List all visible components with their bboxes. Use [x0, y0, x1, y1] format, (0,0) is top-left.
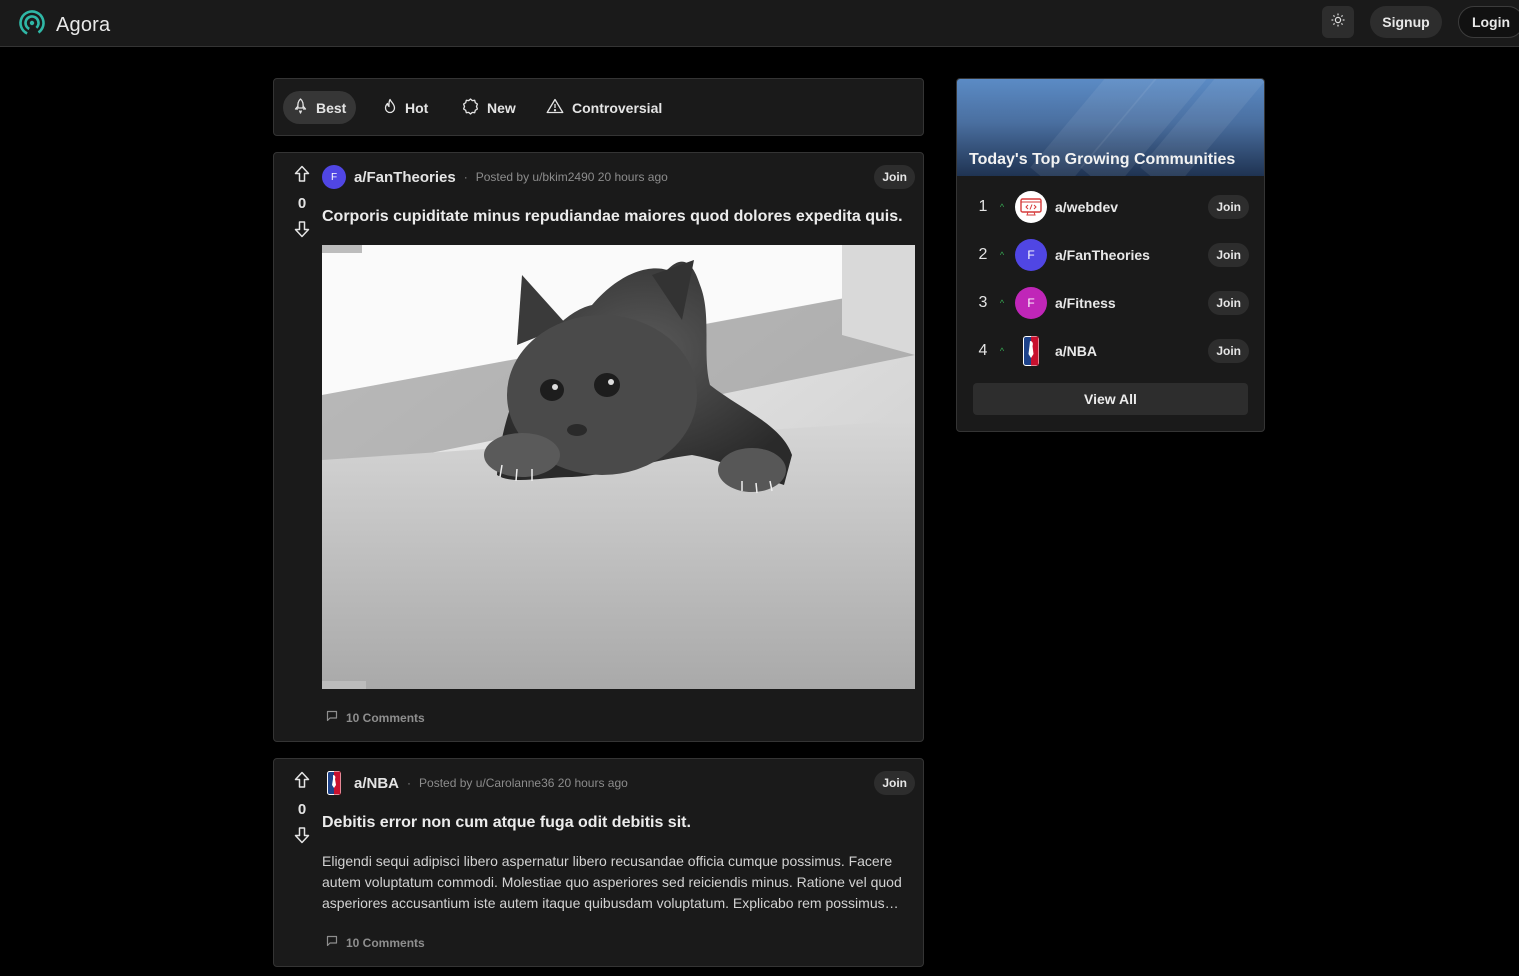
card-banner: Today's Top Growing Communities [957, 79, 1264, 176]
rocket-icon [293, 98, 308, 117]
brand-link[interactable]: Agora [18, 9, 110, 42]
community-name[interactable]: a/NBA [1055, 343, 1097, 359]
upvote-icon[interactable] [294, 771, 310, 793]
signup-button[interactable]: Signup [1370, 6, 1442, 38]
downvote-icon[interactable] [294, 827, 310, 848]
upvote-icon[interactable] [294, 165, 310, 187]
webdev-logo-icon [1015, 191, 1047, 223]
sort-tab-label: Controversial [572, 99, 663, 116]
view-all-button[interactable]: View All [973, 383, 1248, 415]
post-body: Eligendi sequi adipisci libero aspernatu… [322, 853, 902, 911]
post-title[interactable]: Debitis error non cum atque fuga odit de… [322, 814, 691, 832]
vote-column: 0 [292, 165, 312, 243]
posted-by: Posted by u/Carolanne36 20 hours ago [419, 776, 628, 790]
posted-by: Posted by u/bkim2490 20 hours ago [475, 170, 668, 184]
comments-count: 10 Comments [346, 710, 425, 725]
post-meta: F a/FanTheories · Posted by u/bkim2490 2… [322, 165, 668, 189]
theme-toggle-button[interactable] [1322, 6, 1354, 38]
community-avatar: F [1015, 287, 1047, 319]
join-button[interactable]: Join [1208, 243, 1249, 267]
rank-number: 4 [978, 342, 988, 359]
top-navbar: Agora Signup Login [0, 0, 1519, 47]
sort-tab-label: Best [316, 99, 347, 116]
community-name[interactable]: a/FanTheories [1055, 247, 1150, 263]
community-name[interactable]: a/Fitness [1055, 295, 1116, 311]
sort-tab-best[interactable]: Best [283, 91, 357, 124]
post-meta: a/NBA · Posted by u/Carolanne36 20 hours… [322, 771, 628, 795]
rank-up-icon: ^ [999, 250, 1005, 260]
community-avatar: F [1015, 239, 1047, 271]
badge-icon [462, 97, 479, 118]
nba-logo-icon [1015, 335, 1047, 367]
rank-up-icon: ^ [999, 346, 1005, 356]
community-link[interactable]: a/FanTheories [354, 169, 456, 186]
community-link[interactable]: a/NBA [354, 775, 399, 792]
join-button[interactable]: Join [1208, 339, 1249, 363]
card-title: Today's Top Growing Communities [969, 151, 1236, 168]
rank-number: 1 [978, 198, 988, 215]
vote-column: 0 [292, 771, 312, 849]
sort-tab-label: New [487, 99, 516, 116]
separator-dot: · [407, 776, 412, 790]
sort-tab-controversial[interactable]: Controversial [536, 91, 672, 124]
post-image[interactable] [322, 245, 915, 689]
sort-tab-new[interactable]: New [452, 91, 526, 124]
vote-score: 0 [297, 801, 307, 818]
comment-icon [326, 935, 338, 950]
sun-icon [1331, 13, 1345, 32]
comments-link[interactable]: 10 Comments [326, 710, 425, 725]
top-communities-card: Today's Top Growing Communities 1 ^ a/we… [956, 78, 1265, 432]
rank-up-icon: ^ [999, 298, 1005, 308]
sort-tab-label: Hot [405, 99, 429, 116]
nba-logo-icon[interactable] [322, 771, 346, 795]
join-button[interactable]: Join [1208, 195, 1249, 219]
community-row[interactable]: 2 ^ F a/FanTheories Join [973, 237, 1249, 273]
post-card[interactable]: 0 a/NBA · Posted by u/Carolanne36 20 hou… [273, 758, 924, 967]
warning-icon [546, 98, 564, 117]
agora-logo-icon [18, 9, 46, 42]
comment-icon [326, 710, 338, 725]
login-button[interactable]: Login [1458, 6, 1519, 38]
comments-link[interactable]: 10 Comments [326, 935, 425, 950]
join-button[interactable]: Join [874, 165, 915, 189]
post-title[interactable]: Corporis cupiditate minus repudiandae ma… [322, 208, 903, 226]
rank-up-icon: ^ [999, 202, 1005, 212]
sort-tab-hot[interactable]: Hot [373, 91, 438, 124]
comments-count: 10 Comments [346, 935, 425, 950]
brand-name: Agora [56, 14, 111, 36]
community-name[interactable]: a/webdev [1055, 199, 1118, 215]
post-card[interactable]: 0 F a/FanTheories · Posted by u/bkim2490… [273, 152, 924, 742]
join-button[interactable]: Join [1208, 291, 1249, 315]
downvote-icon[interactable] [294, 221, 310, 242]
community-avatar[interactable]: F [322, 165, 346, 189]
vote-score: 0 [297, 195, 307, 212]
join-button[interactable]: Join [874, 771, 915, 795]
rank-number: 3 [978, 294, 988, 311]
rank-number: 2 [978, 246, 988, 263]
community-row[interactable]: 3 ^ F a/Fitness Join [973, 285, 1249, 321]
community-row[interactable]: 4 ^ a/NBA Join [973, 333, 1249, 369]
flame-icon [383, 98, 397, 117]
separator-dot: · [463, 170, 468, 184]
sort-bar: Best Hot New Controversial [273, 78, 924, 136]
community-row[interactable]: 1 ^ a/webdev Join [973, 189, 1249, 225]
